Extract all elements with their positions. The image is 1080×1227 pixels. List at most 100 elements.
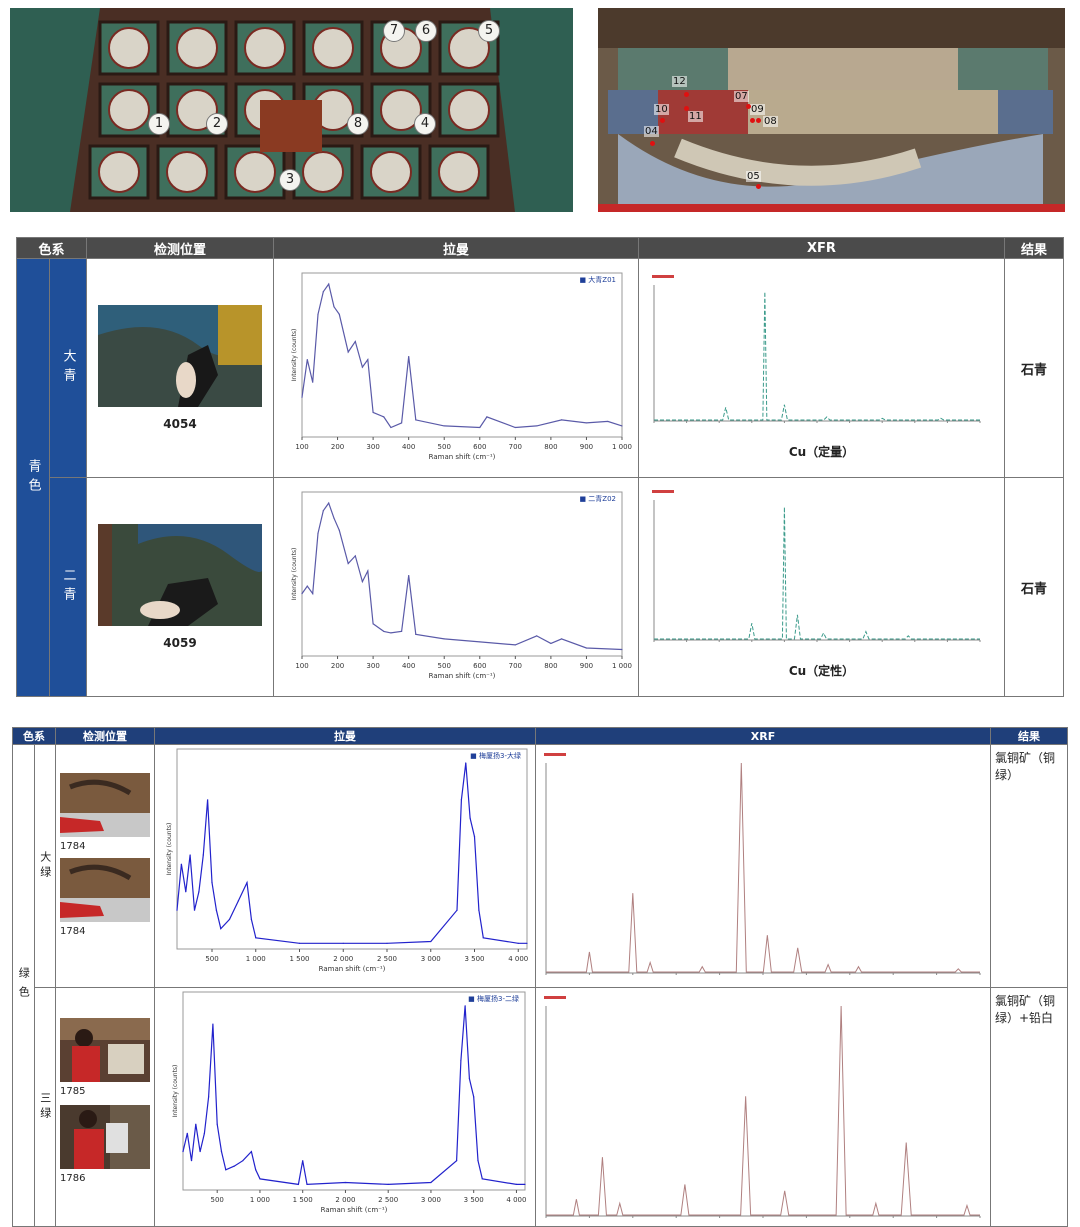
raman-point (560, 638, 563, 640)
raman-point (386, 942, 388, 944)
raman-point (526, 942, 528, 944)
tick-label: 900 (580, 443, 593, 451)
raman-point (333, 517, 335, 519)
legend-entry: ■ 梅厦扬3-二绿 (468, 994, 519, 1003)
sub-label-dalv: 大绿 (38, 851, 52, 881)
raman-point (202, 854, 204, 856)
raman-point (344, 1181, 347, 1184)
tick-label: 3 000 (421, 955, 441, 963)
tick-label: 2 500 (378, 1196, 398, 1204)
raman-point (536, 635, 538, 637)
sample-dot (746, 104, 751, 109)
raman-point (215, 909, 217, 911)
raman-point (536, 425, 538, 427)
raman-point (465, 762, 467, 764)
raman-point (408, 355, 410, 358)
raman-point (415, 419, 417, 421)
tick-label: 500 (438, 443, 451, 451)
raman-point (312, 381, 314, 383)
raman-point (298, 942, 301, 944)
xrf-plot-area (653, 500, 980, 640)
xrf-plot-area (546, 1006, 980, 1216)
marker-7: 7 (383, 20, 405, 42)
raman-point (367, 358, 369, 361)
raman-point (322, 510, 324, 512)
sample-photo-1786 (60, 1105, 150, 1169)
tick-label: 600 (473, 662, 486, 670)
header-group: 色系 (16, 237, 87, 259)
tick-label: 400 (402, 443, 415, 451)
raman-point (390, 632, 392, 634)
header-position: 检测位置 (86, 237, 274, 259)
tick-label: 900 (580, 662, 593, 670)
raman-point (585, 647, 588, 649)
tick-label: 100 (295, 662, 308, 670)
tick-label: 2 500 (377, 955, 397, 963)
raman-point (456, 909, 458, 911)
sample-id: 4059 (163, 636, 197, 650)
raman-point (550, 642, 552, 645)
raman-point (207, 799, 209, 801)
tick-label: 1 000 (250, 1196, 270, 1204)
marker-5: 5 (478, 20, 500, 42)
tick-label: 800 (544, 662, 557, 670)
raman-point (306, 585, 308, 587)
result-dalv: 氯铜矿（铜绿） (990, 744, 1068, 988)
raman-point (259, 1178, 261, 1180)
header-group: 色系 (12, 727, 56, 745)
raman-point (208, 1096, 210, 1098)
raman-point (216, 1123, 218, 1125)
beam-marker-08: 08 (763, 116, 778, 127)
x-axis-label: Raman shift (cm⁻¹) (319, 965, 386, 973)
sub-label-erqing: 二青 (60, 568, 76, 606)
marker-2: 2 (206, 113, 228, 135)
result-daqing: 石青 (1004, 258, 1064, 478)
raman-point (250, 918, 252, 920)
sample-id: 1784 (60, 926, 86, 937)
marker-3: 3 (279, 169, 301, 191)
raman-point (186, 1132, 188, 1134)
raman-point (517, 942, 519, 944)
legend-entry: ■ 二青Z02 (579, 494, 616, 503)
raman-point (481, 1178, 483, 1180)
raman-point (233, 1165, 235, 1167)
raman-point (199, 1150, 201, 1153)
marker-8: 8 (347, 113, 369, 135)
raman-point (189, 854, 191, 856)
tick-label: 4 000 (508, 955, 528, 963)
raman-point (456, 1160, 458, 1162)
sample-id: 1786 (60, 1173, 86, 1184)
raman-point (400, 630, 403, 632)
header-raman: 拉曼 (273, 237, 639, 259)
raman-point (372, 623, 374, 625)
x-axis-label: Raman shift (cm⁻¹) (321, 1206, 388, 1214)
raman-point (228, 918, 231, 920)
raman-point (317, 313, 319, 315)
tick-label: 600 (473, 443, 486, 451)
tick-label: 700 (509, 443, 522, 451)
plot-frame (301, 272, 623, 438)
raman-point (482, 937, 484, 939)
sample-dot (684, 92, 689, 97)
sample-dot (650, 141, 655, 146)
tick-label: 300 (366, 662, 379, 670)
xrf-chart-erqing (651, 490, 980, 642)
sample-dot (756, 184, 761, 189)
raman-point (468, 1078, 471, 1080)
raman-point (190, 1160, 193, 1162)
sample-dot (660, 118, 665, 123)
raman-point (317, 532, 319, 534)
tick-label: 500 (205, 955, 218, 963)
marker-6: 6 (415, 20, 437, 42)
xrf-title-mark (544, 753, 566, 756)
raman-point (479, 641, 481, 643)
blue-pigment-table: 色系 检测位置 拉曼 XFR 结果 青色 大青 4054 ■ 大青Z01 100 2… (16, 237, 1064, 697)
raman-point (473, 836, 476, 838)
raman-point (203, 1132, 205, 1134)
green-pigment-table: 色系 检测位置 拉曼 XRF 结果 绿色 大绿 1784 1784 ■ 梅厦扬3… (12, 727, 1068, 1227)
raman-point (408, 574, 410, 577)
sample-photo-4059 (98, 524, 263, 626)
xrf-chart-dalv (544, 753, 981, 975)
raman-point (477, 1160, 479, 1162)
raman-point (473, 1096, 475, 1098)
